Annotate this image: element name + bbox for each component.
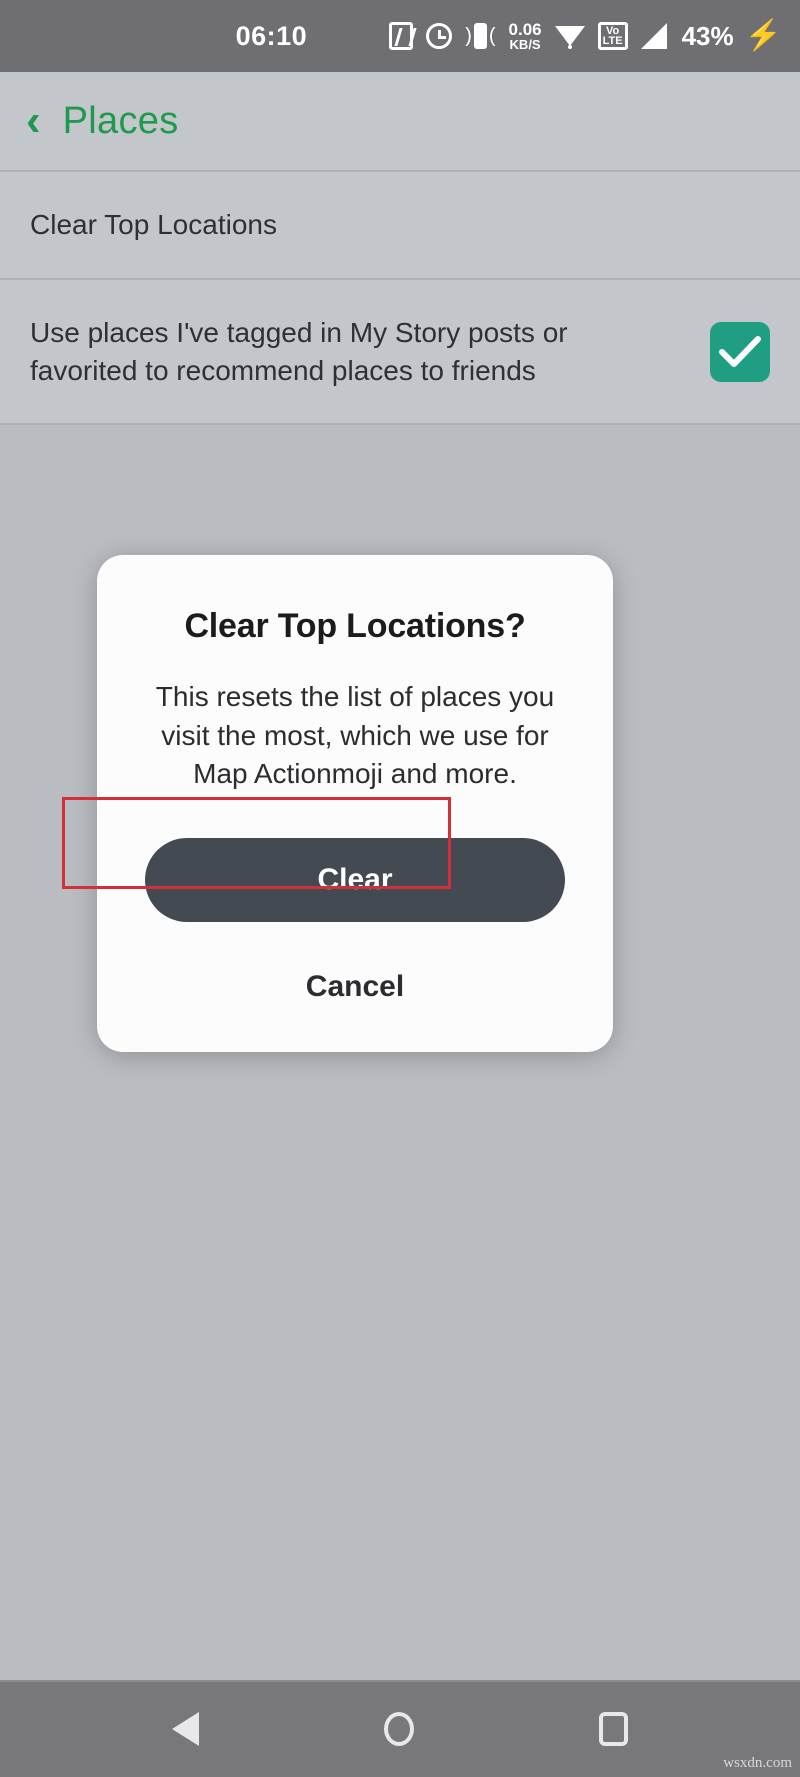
signal-icon [640,23,667,49]
vibrate-icon: )( [465,23,496,49]
nfc-icon [389,22,414,50]
settings-row-label: Clear Top Locations [30,209,277,240]
wifi-icon [554,24,585,49]
charging-bolt-icon: ⚡ [744,19,782,52]
nav-bar-top-border [0,1680,800,1682]
dialog-body-line3: Map Actionmoji and more. [193,758,517,790]
back-nav-button[interactable] [172,1711,200,1746]
watermark-label: wsxdn.com [723,1755,792,1771]
home-nav-button[interactable] [383,1711,414,1746]
android-nav-bar: wsxdn.com [0,1680,800,1777]
settings-row-label-line1: Use places I've tagged in My Story posts… [30,316,568,348]
clear-button[interactable]: Clear [145,837,565,922]
cancel-button[interactable]: Cancel [131,942,579,1018]
status-bar-icons: )( 0.06 KB/S Vo LTE 43% ⚡ [389,21,782,52]
dialog-body-line1: This resets the list of places you [155,681,555,712]
clear-top-locations-dialog: Clear Top Locations? This resets the lis… [97,555,613,1052]
status-bar: 06:10 )( 0.06 KB/S Vo LTE 43% ⚡ [0,0,800,72]
alarm-icon [426,23,453,49]
settings-row-label: Use places I've tagged in My Story posts… [30,314,568,390]
settings-row-use-tagged-places[interactable]: Use places I've tagged in My Story posts… [0,279,800,424]
recents-nav-button[interactable] [598,1711,628,1746]
dialog-body: This resets the list of places you visit… [131,678,579,794]
volte-icon: Vo LTE [597,21,628,51]
settings-row-label-line2: favorited to recommend places to friends [30,354,536,386]
back-chevron-icon[interactable]: ‹ [26,99,41,143]
battery-percent-label: 43% [681,20,734,51]
checkmark-icon [719,335,761,367]
dialog-body-line2: visit the most, which we use for [161,719,549,751]
page-title: Places [62,99,179,142]
clear-button-wrapper: Clear [129,824,581,936]
dialog-title: Clear Top Locations? [184,607,526,645]
app-header: ‹ Places [0,72,800,170]
status-bar-clock: 06:10 [235,20,308,51]
settings-row-clear-top-locations[interactable]: Clear Top Locations [0,172,800,278]
row-divider-2 [0,423,800,426]
network-speed-icon: 0.06 KB/S [508,20,542,52]
checkbox-use-tagged-places[interactable] [710,321,770,382]
